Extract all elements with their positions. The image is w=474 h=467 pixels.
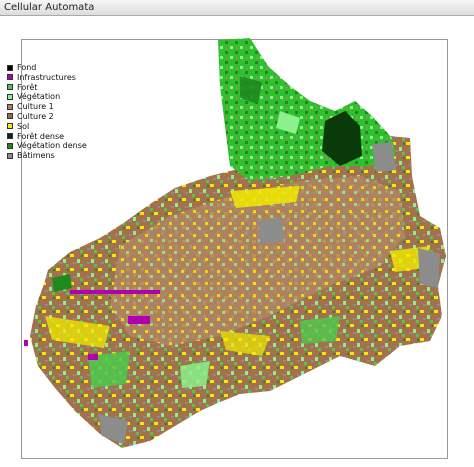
legend-label: Fond	[17, 63, 37, 72]
legend-swatch	[7, 113, 13, 120]
legend-item: Culture 1	[7, 102, 97, 112]
legend-item: Infrastructures	[7, 73, 97, 83]
legend-swatch	[7, 142, 13, 149]
legend-label: Forêt dense	[17, 131, 65, 141]
legend-swatch	[7, 103, 13, 110]
simulation-canvas[interactable]: Fond Infrastructures Forêt Végétation Cultur…	[0, 16, 474, 467]
legend-item: Fond	[7, 63, 97, 73]
legend-swatch	[7, 84, 13, 91]
legend-item: Végétation dense	[7, 141, 97, 151]
legend-label: Sol	[17, 121, 30, 131]
legend-item: Forêt	[7, 83, 97, 93]
map-legend: Fond Infrastructures Forêt Végétation Cultur…	[7, 63, 97, 161]
legend-item: Végétation	[7, 92, 97, 102]
legend-swatch	[7, 123, 13, 130]
legend-label: Infrastructures	[17, 72, 76, 82]
legend-swatch	[7, 64, 13, 71]
window-title: Cellular Automata	[4, 2, 95, 13]
legend-label: Culture 1	[17, 102, 54, 112]
window-titlebar[interactable]: Cellular Automata	[0, 0, 474, 16]
legend-item: Sol	[7, 122, 97, 132]
legend-label: Végétation dense	[17, 141, 87, 151]
legend-item: Forêt dense	[7, 132, 97, 142]
legend-swatch	[7, 133, 13, 140]
legend-item: Culture 2	[7, 112, 97, 122]
legend-label: Culture 2	[17, 111, 54, 121]
legend-label: Forêt	[17, 82, 38, 92]
legend-swatch	[7, 152, 13, 159]
legend-label: Végétation	[17, 92, 61, 102]
legend-swatch	[7, 74, 13, 81]
legend-label: Bâtimens	[17, 151, 55, 161]
region-north	[218, 38, 396, 181]
legend-item: Bâtimens	[7, 151, 97, 161]
legend-swatch	[7, 93, 13, 100]
